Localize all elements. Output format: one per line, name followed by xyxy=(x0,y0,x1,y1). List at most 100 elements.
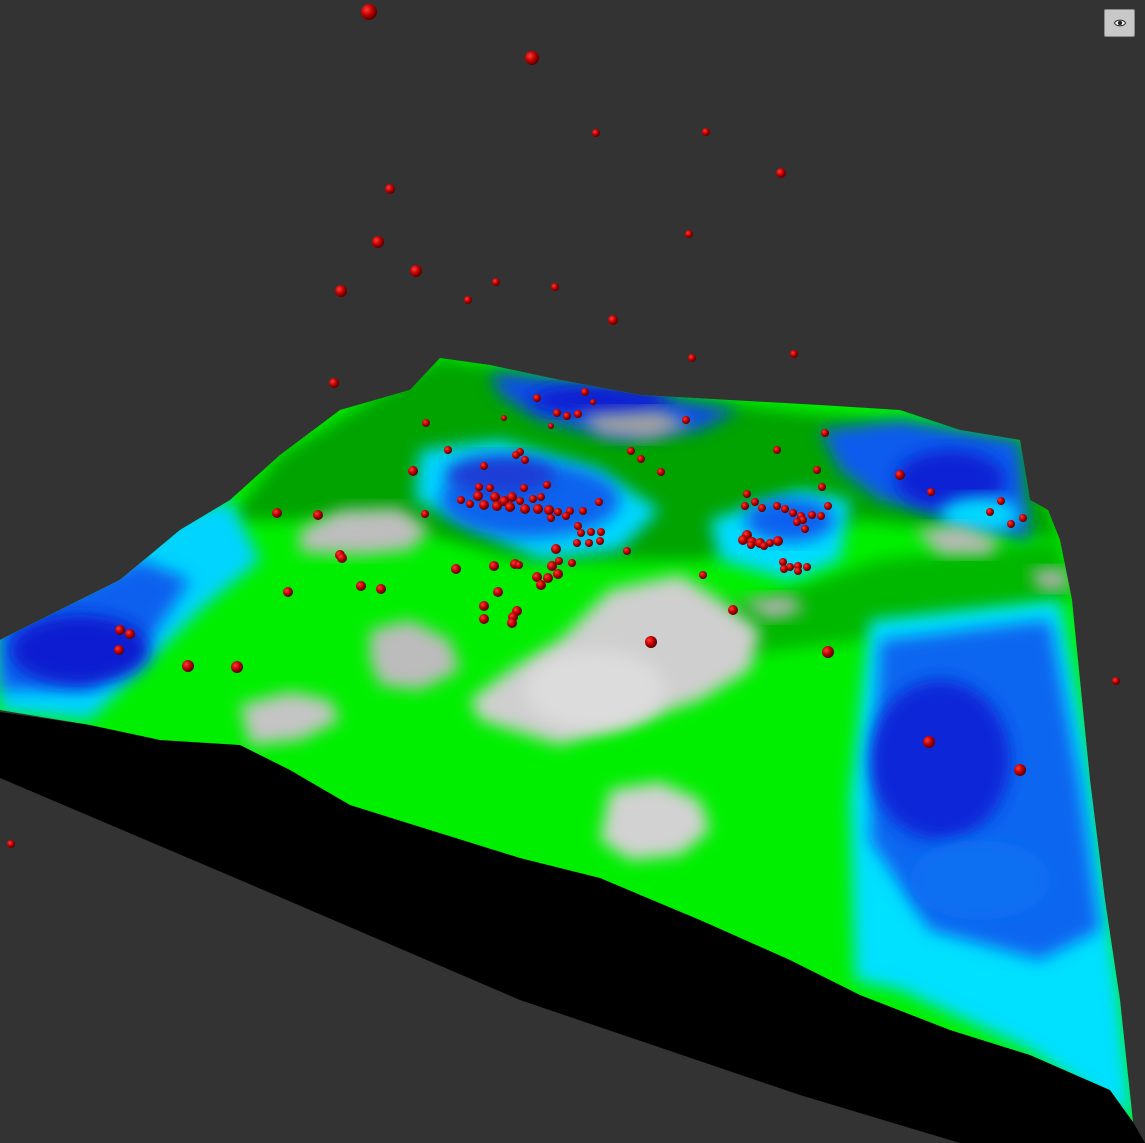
marker-sphere xyxy=(493,587,503,597)
marker-sphere xyxy=(516,497,524,505)
marker-sphere xyxy=(115,625,125,635)
marker-sphere xyxy=(385,184,395,194)
marker-sphere xyxy=(125,629,135,639)
marker-sphere xyxy=(529,495,537,503)
marker-sphere xyxy=(596,537,604,545)
marker-sphere xyxy=(817,512,825,520)
marker-sphere xyxy=(466,500,474,508)
marker-sphere xyxy=(548,423,554,429)
marker-sphere xyxy=(808,511,816,519)
marker-sphere xyxy=(821,429,829,437)
marker-sphere xyxy=(577,529,585,537)
marker-sphere xyxy=(738,535,748,545)
marker-sphere xyxy=(585,539,593,547)
marker-sphere xyxy=(682,416,690,424)
marker-sphere xyxy=(337,553,347,563)
marker-sphere xyxy=(597,528,605,536)
marker-sphere xyxy=(272,508,282,518)
marker-sphere xyxy=(592,129,600,137)
marker-sphere xyxy=(547,561,557,571)
marker-sphere xyxy=(553,569,563,579)
marker-sphere xyxy=(544,505,554,515)
marker-sphere xyxy=(986,508,994,516)
marker-sphere xyxy=(1014,764,1026,776)
marker-sphere xyxy=(520,504,530,514)
marker-sphere xyxy=(533,504,543,514)
marker-sphere xyxy=(773,446,781,454)
marker-sphere xyxy=(818,483,826,491)
marker-sphere xyxy=(479,614,489,624)
marker-sphere xyxy=(329,378,339,388)
marker-sphere xyxy=(780,565,788,573)
marker-sphere xyxy=(501,415,507,421)
marker-sphere xyxy=(313,510,323,520)
marker-sphere xyxy=(824,502,832,510)
marker-sphere xyxy=(781,505,789,513)
marker-sphere xyxy=(505,502,515,512)
marker-sphere xyxy=(927,488,935,496)
marker-sphere xyxy=(479,601,489,611)
marker-sphere xyxy=(376,584,386,594)
marker-sphere xyxy=(760,542,768,550)
marker-sphere xyxy=(356,581,366,591)
marker-sphere xyxy=(813,466,821,474)
marker-sphere xyxy=(489,561,499,571)
marker-sphere xyxy=(773,536,783,546)
marker-sphere xyxy=(525,51,539,65)
marker-sphere xyxy=(702,128,710,136)
marker-sphere xyxy=(627,447,635,455)
marker-sphere xyxy=(182,660,194,672)
marker-sphere xyxy=(521,456,529,464)
marker-sphere xyxy=(335,285,347,297)
marker-sphere xyxy=(895,470,905,480)
eye-icon xyxy=(1113,18,1126,28)
marker-sphere xyxy=(551,544,561,554)
marker-sphere xyxy=(608,315,618,325)
marker-sphere xyxy=(553,409,561,417)
marker-sphere xyxy=(587,528,595,536)
marker-sphere xyxy=(623,547,631,555)
marker-sphere xyxy=(473,491,483,501)
marker-sphere xyxy=(283,587,293,597)
marker-sphere xyxy=(574,410,582,418)
marker-sphere xyxy=(747,541,755,549)
marker-sphere xyxy=(480,462,488,470)
marker-sphere xyxy=(492,501,502,511)
marker-sphere xyxy=(554,508,562,516)
marker-sphere xyxy=(579,507,587,515)
marker-sphere xyxy=(699,571,707,579)
marker-sphere xyxy=(794,567,802,575)
marker-sphere xyxy=(793,518,801,526)
marker-sphere xyxy=(457,496,465,504)
marker-sphere xyxy=(657,468,665,476)
marker-sphere xyxy=(741,502,749,510)
marker-sphere xyxy=(520,484,528,492)
marker-sphere xyxy=(574,522,582,530)
marker-sphere xyxy=(536,580,546,590)
marker-sphere xyxy=(595,498,603,506)
marker-sphere xyxy=(790,350,798,358)
marker-sphere xyxy=(507,618,517,628)
marker-sphere xyxy=(490,492,500,502)
marker-sphere xyxy=(637,455,645,463)
marker-sphere xyxy=(410,265,422,277)
marker-sphere xyxy=(1112,677,1120,685)
marker-sphere xyxy=(486,484,494,492)
marker-sphere xyxy=(562,512,570,520)
marker-sphere xyxy=(923,736,935,748)
marker-sphere xyxy=(537,493,545,501)
marker-sphere xyxy=(685,230,693,238)
marker-sphere xyxy=(773,502,781,510)
terrain-surface xyxy=(0,358,1133,1122)
marker-sphere xyxy=(822,646,834,658)
marker-sphere xyxy=(751,498,759,506)
marker-sphere xyxy=(533,394,541,402)
3d-viewport[interactable] xyxy=(0,0,1145,1143)
marker-sphere xyxy=(563,412,571,420)
marker-sphere xyxy=(568,559,576,567)
view-toggle-button[interactable] xyxy=(1104,9,1135,37)
marker-sphere xyxy=(479,500,489,510)
terrain-scene[interactable] xyxy=(0,0,1145,1143)
marker-sphere xyxy=(114,645,124,655)
marker-sphere xyxy=(573,539,581,547)
